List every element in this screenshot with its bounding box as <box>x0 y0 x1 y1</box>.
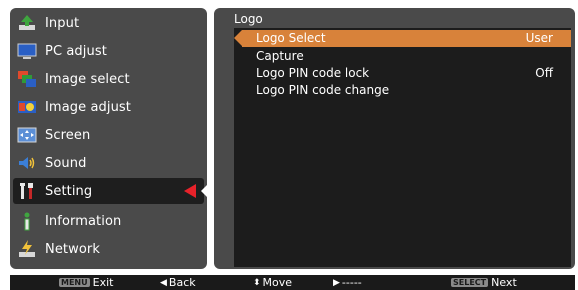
help-back: ◀ Back <box>160 276 196 289</box>
submenu-item-logo-select[interactable]: Logo Select User <box>234 30 571 47</box>
monitor-icon <box>17 41 37 61</box>
help-move-label: Move <box>262 276 293 289</box>
image-select-icon <box>17 69 37 89</box>
submenu-item-logo-pin-lock[interactable]: Logo PIN code lock Off <box>234 65 571 82</box>
menu-item-label: Sound <box>45 155 87 171</box>
panel-title: Logo <box>234 12 263 26</box>
menu-item-setting[interactable]: Setting <box>13 178 209 204</box>
info-icon <box>17 211 37 231</box>
submenu-item-value: User <box>525 31 553 45</box>
submenu-list: Logo Select User Capture Logo PIN code l… <box>234 28 571 267</box>
help-right-label: ----- <box>341 276 362 289</box>
selection-arrow-icon <box>184 184 196 198</box>
menu-item-screen[interactable]: Screen <box>13 122 204 148</box>
menu-item-information[interactable]: Information <box>13 208 204 234</box>
speaker-icon <box>17 153 37 173</box>
help-exit: MENU Exit <box>59 276 113 289</box>
right-arrow-icon: ▶ <box>333 277 340 288</box>
menu-item-input[interactable]: Input <box>13 10 204 36</box>
submenu-item-label: Capture <box>256 49 304 63</box>
tools-icon <box>17 181 37 201</box>
help-move: ⬍ Move <box>253 276 292 289</box>
help-exit-label: Exit <box>92 276 114 289</box>
image-adjust-icon <box>17 97 37 117</box>
selection-notch <box>201 183 209 199</box>
menu-item-label: Input <box>45 15 80 31</box>
select-key-icon: SELECT <box>451 278 489 287</box>
left-arrow-icon: ◀ <box>160 277 167 288</box>
menu-item-image-select[interactable]: Image select <box>13 66 204 92</box>
submenu-item-value: Off <box>535 66 553 80</box>
menu-item-label: Screen <box>45 127 91 143</box>
submenu-item-logo-pin-change[interactable]: Logo PIN code change <box>234 82 571 99</box>
menu-item-label: PC adjust <box>45 43 107 59</box>
submenu-item-capture[interactable]: Capture <box>234 48 571 65</box>
submenu-item-label: Logo PIN code change <box>256 83 390 97</box>
help-bar: MENU Exit ◀ Back ⬍ Move ▶ ----- SELECT N… <box>10 275 575 290</box>
menu-item-image-adjust[interactable]: Image adjust <box>13 94 204 120</box>
menu-item-sound[interactable]: Sound <box>13 150 204 176</box>
menu-item-pc-adjust[interactable]: PC adjust <box>13 38 204 64</box>
menu-item-label: Information <box>45 213 122 229</box>
submenu-item-label: Logo PIN code lock <box>256 66 370 80</box>
menu-item-network[interactable]: Network <box>13 236 204 262</box>
network-icon <box>17 239 37 259</box>
help-next-label: Next <box>491 276 517 289</box>
up-down-arrow-icon: ⬍ <box>253 277 261 288</box>
menu-item-label: Image select <box>45 71 130 87</box>
screen-icon <box>17 125 37 145</box>
input-icon <box>17 13 37 33</box>
menu-item-label: Image adjust <box>45 99 131 115</box>
help-right: ▶ ----- <box>333 276 362 289</box>
help-next: SELECT Next <box>451 276 517 289</box>
menu-key-icon: MENU <box>59 278 90 287</box>
main-menu-sidebar: Input PC adjust Image select Image adjus… <box>10 8 209 269</box>
menu-item-label: Setting <box>45 183 93 199</box>
menu-item-label: Network <box>45 241 100 257</box>
logo-submenu-panel: Logo Logo Select User Capture Logo PIN c… <box>214 8 575 269</box>
submenu-item-label: Logo Select <box>256 31 326 45</box>
highlight-pointer-icon <box>234 30 242 46</box>
help-back-label: Back <box>168 276 196 289</box>
